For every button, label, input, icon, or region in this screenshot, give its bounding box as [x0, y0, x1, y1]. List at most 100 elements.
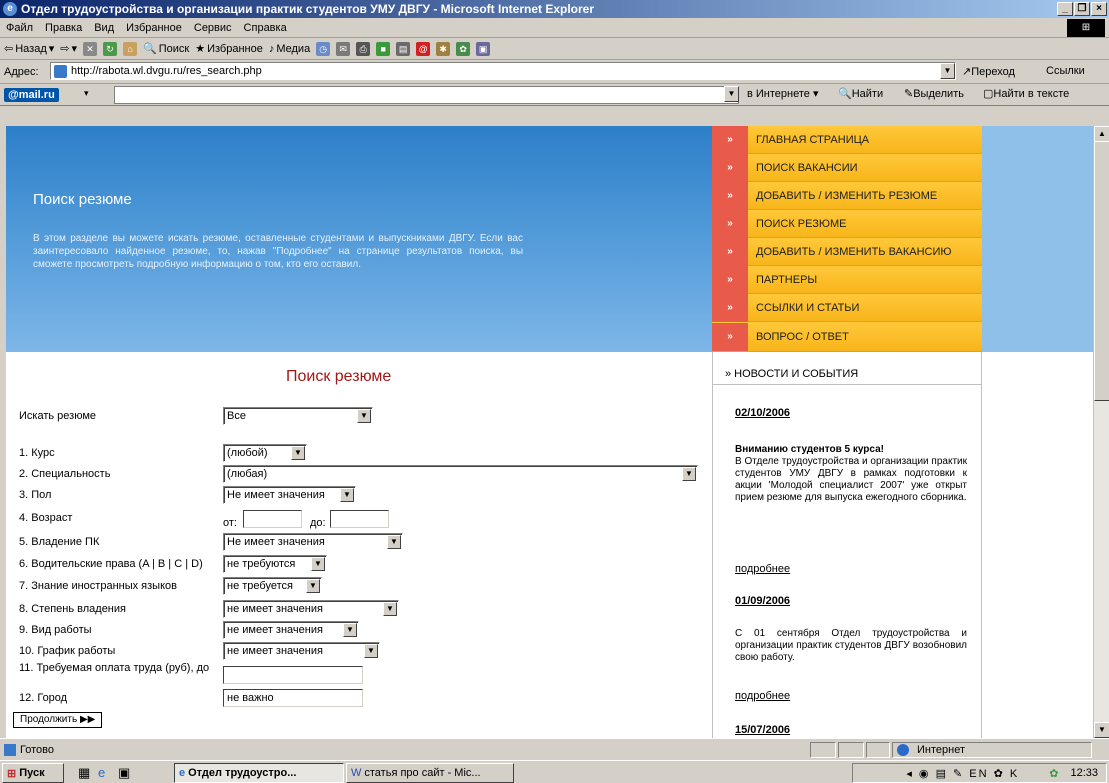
system-tray: ◂ ◉ ▤ ✎ EN ✿ K ✿ 12:33	[852, 763, 1107, 783]
menu-edit[interactable]: Правка	[45, 22, 82, 34]
chevron-down-icon: ▼	[387, 535, 401, 549]
refresh-icon[interactable]: ↻	[103, 41, 118, 56]
address-dropdown-icon[interactable]: ▼	[940, 63, 955, 79]
discuss-icon[interactable]: ▤	[396, 41, 411, 56]
close-button[interactable]: ×	[1091, 2, 1107, 16]
news-date[interactable]: 02/10/2006	[735, 407, 790, 419]
languages-select[interactable]: не требуется ▼	[223, 577, 322, 595]
ie-icon: e	[179, 767, 186, 779]
work-type-select[interactable]: не имеет значения ▼	[223, 621, 359, 639]
windows-flag-icon: ⊞	[7, 767, 17, 780]
quicklaunch-app-icon[interactable]: ▣	[118, 765, 130, 781]
media-button[interactable]: ♪ Медиа	[269, 43, 310, 55]
find-in-text-button[interactable]: ▢Найти в тексте	[983, 87, 1069, 100]
search-type-select[interactable]: Все ▼	[223, 407, 373, 425]
chevron-down-icon: ▼	[357, 409, 371, 423]
salary-input[interactable]	[223, 666, 363, 684]
at-mail-icon[interactable]: @	[416, 41, 431, 56]
news-column: » НОВОСТИ И СОБЫТИЯ 02/10/2006 Вниманию …	[712, 352, 983, 738]
search-icon: 🔍	[143, 43, 157, 55]
age-from-input[interactable]	[243, 510, 302, 528]
main-nav: » ГЛАВНАЯ СТРАНИЦА » ПОИСК ВАКАНСИИ » ДОБАВ…	[712, 126, 982, 352]
toolbar: ⇦ Назад ▾ ⇨ ▾ ✕ ↻ ⌂ 🔍 Поиск ★ Избранное ♪ Ме…	[0, 38, 1109, 60]
continue-button[interactable]: Продолжить ▶▶	[13, 712, 103, 728]
age-from-label: от:	[223, 517, 237, 529]
go-button[interactable]: ↗Переход	[962, 65, 1015, 78]
edit-icon[interactable]: ■	[376, 41, 391, 56]
menu-help[interactable]: Справка	[244, 22, 287, 34]
tray-icons[interactable]: ◂ ◉ ▤ ✎ EN ✿ K	[906, 767, 1019, 780]
links-button[interactable]: Ссылки	[1046, 65, 1085, 77]
nav-item-home[interactable]: » ГЛАВНАЯ СТРАНИЦА	[712, 126, 982, 154]
nav-item-links[interactable]: » ССЫЛКИ И СТАТЬИ	[712, 293, 982, 322]
print-icon[interactable]: ⎙	[356, 41, 371, 56]
age-to-input[interactable]	[330, 510, 389, 528]
nav-item-faq[interactable]: » ВОПРОС / ОТВЕТ	[712, 322, 982, 352]
menu-view[interactable]: Вид	[94, 22, 114, 34]
nav-item-edit-vacancy[interactable]: » ДОБАВИТЬ / ИЗМЕНИТЬ ВАКАНСИЮ	[712, 237, 982, 266]
globe-icon	[897, 744, 909, 756]
home-icon[interactable]: ⌂	[123, 41, 138, 56]
pc-skills-select[interactable]: Не имеет значения ▼	[223, 533, 403, 551]
proficiency-select[interactable]: не имеет значения ▼	[223, 600, 399, 618]
stop-icon[interactable]: ✕	[83, 41, 98, 56]
news-more-link[interactable]: подробнее	[735, 563, 790, 575]
mailru-dropdown-icon[interactable]: ▾	[84, 88, 89, 99]
maximize-button[interactable]: ❐	[1074, 2, 1090, 16]
specialty-select[interactable]: (любая) ▼	[223, 465, 698, 483]
minimize-button[interactable]: _	[1057, 2, 1073, 16]
scroll-up-icon[interactable]: ▲	[1094, 126, 1109, 142]
nav-arrow-icon: »	[712, 293, 748, 322]
address-input[interactable]: http://rabota.wl.dvgu.ru/res_search.php …	[50, 62, 956, 80]
task-ie-window[interactable]: e Отдел трудоустро...	[174, 763, 344, 783]
search-label: Искать резюме	[19, 410, 97, 422]
search-button[interactable]: 🔍 Поиск	[143, 42, 189, 56]
menu-tools[interactable]: Сервис	[194, 22, 232, 34]
menu-favorites[interactable]: Избранное	[126, 22, 182, 34]
course-select[interactable]: (любой) ▼	[223, 444, 307, 462]
address-bar: Адрес: http://rabota.wl.dvgu.ru/res_sear…	[0, 60, 1109, 84]
icq-icon[interactable]: ✿	[456, 41, 471, 56]
page-scrollbar[interactable]: ▲ ▼	[1093, 126, 1109, 738]
gender-select[interactable]: Не имеет значения ▼	[223, 486, 356, 504]
mailru-search-dropdown-icon[interactable]: ▼	[724, 86, 739, 102]
highlight-button[interactable]: ✎Выделить	[904, 87, 964, 100]
news-text: С 01 сентября Отдел трудоустройства и ор…	[735, 628, 967, 663]
news-date[interactable]: 15/07/2006	[735, 724, 790, 736]
nav-item-partners[interactable]: » ПАРТНЕРЫ	[712, 265, 982, 294]
taskbar: ⊞ Пуск ▦ e ▣ e Отдел трудоустро... Wстатья…	[0, 760, 1109, 783]
scroll-down-icon[interactable]: ▼	[1094, 722, 1109, 738]
menubar: Файл Правка Вид Избранное Сервис Справка…	[0, 18, 1109, 38]
mail-icon[interactable]: ✉	[336, 41, 351, 56]
messenger-icon[interactable]: ▣	[476, 41, 491, 56]
menu-file[interactable]: Файл	[6, 22, 33, 34]
find-icon: 🔍	[838, 88, 852, 100]
tool-icon[interactable]: ✱	[436, 41, 451, 56]
tray-icq-icon[interactable]: ✿	[1049, 767, 1058, 780]
mailru-search-input[interactable]: ▼	[114, 86, 739, 104]
in-internet-dropdown[interactable]: в Интернете ▾	[747, 87, 818, 100]
field-label: 9. Вид работы	[19, 624, 92, 636]
nav-item-vacancy-search[interactable]: » ПОИСК ВАКАНСИИ	[712, 153, 982, 182]
forward-button[interactable]: ⇨ ▾	[60, 42, 77, 55]
city-input[interactable]: не важно	[223, 689, 363, 707]
start-button[interactable]: ⊞ Пуск	[2, 763, 64, 783]
news-more-link[interactable]: подробнее	[735, 690, 790, 702]
news-date[interactable]: 01/09/2006	[735, 595, 790, 607]
status-pane	[810, 742, 836, 758]
mailru-logo[interactable]: @mail.ru	[4, 87, 59, 102]
nav-arrow-icon: »	[712, 126, 748, 154]
task-word-window[interactable]: Wстатья про сайт - Mic...	[346, 763, 514, 783]
quicklaunch-desktop-icon[interactable]: ▦	[78, 765, 90, 781]
history-icon[interactable]: ◷	[316, 41, 331, 56]
find-button[interactable]: 🔍Найти	[838, 87, 883, 100]
nav-item-edit-resume[interactable]: » ДОБАВИТЬ / ИЗМЕНИТЬ РЕЗЮМЕ	[712, 181, 982, 210]
scroll-thumb[interactable]	[1094, 141, 1109, 401]
driving-license-select[interactable]: не требуются ▼	[223, 555, 327, 573]
quicklaunch-ie-icon[interactable]: e	[98, 765, 105, 780]
favorites-button[interactable]: ★ Избранное	[195, 42, 263, 56]
status-pane	[838, 742, 864, 758]
nav-item-resume-search[interactable]: » ПОИСК РЕЗЮМЕ	[712, 209, 982, 238]
back-button[interactable]: ⇦ Назад ▾	[4, 42, 54, 56]
schedule-select[interactable]: не имеет значения ▼	[223, 642, 380, 660]
